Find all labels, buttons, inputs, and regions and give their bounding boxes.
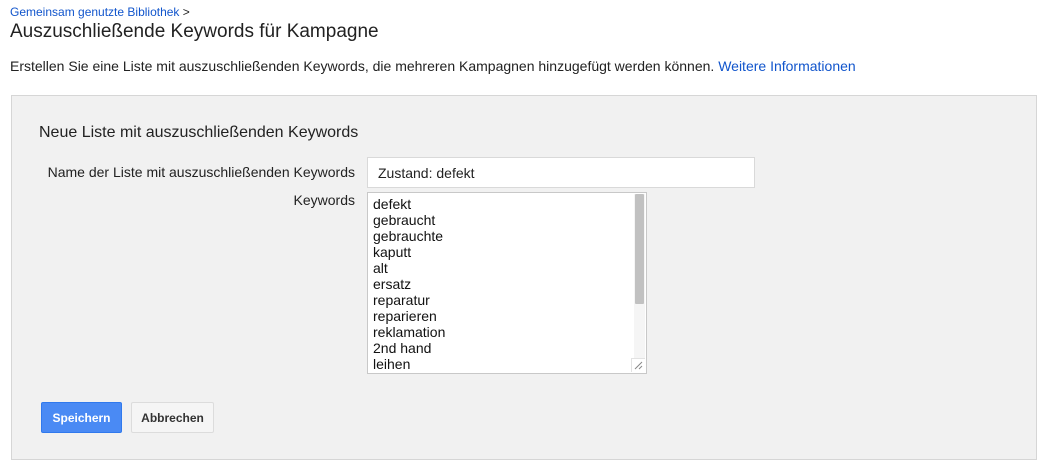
keywords-list: defekt gebraucht gebrauchte kaputt alt ersatz… — [373, 196, 445, 372]
list-name-input[interactable] — [367, 157, 755, 188]
keyword-item: ersatz — [373, 276, 412, 292]
keyword-item: reklamation — [373, 324, 446, 340]
breadcrumb-link-shared-library[interactable]: Gemeinsam genutzte Bibliothek — [10, 5, 179, 19]
form-panel: Neue Liste mit auszuschließenden Keyword… — [11, 95, 1037, 460]
breadcrumb-separator: > — [182, 5, 190, 19]
keywords-scrollbar[interactable] — [634, 194, 645, 372]
page-intro: Erstellen Sie eine Liste mit auszuschlie… — [10, 58, 856, 74]
keyword-item: kaputt — [373, 244, 412, 260]
breadcrumb: Gemeinsam genutzte Bibliothek > — [10, 5, 190, 19]
list-name-label: Name der Liste mit auszuschließenden Key… — [47, 164, 355, 180]
page-title: Auszuschließende Keywords für Kampagne — [10, 21, 379, 42]
keyword-item: gebrauchte — [373, 228, 444, 244]
keyword-item: defekt — [373, 196, 412, 212]
keyword-item: reparatur — [373, 292, 430, 308]
more-info-link[interactable]: Weitere Informationen — [718, 58, 855, 74]
keyword-item: leihen — [373, 356, 411, 372]
resize-handle-icon[interactable] — [631, 358, 645, 372]
keyword-item: gebraucht — [373, 212, 436, 228]
keywords-textarea[interactable]: defekt gebraucht gebrauchte kaputt alt ersatz… — [367, 192, 647, 374]
keyword-item: reparieren — [373, 308, 437, 324]
keyword-item: alt — [373, 260, 388, 276]
intro-text: Erstellen Sie eine Liste mit auszuschlie… — [10, 58, 715, 74]
cancel-button[interactable]: Abbrechen — [131, 402, 214, 433]
keywords-scrollbar-thumb[interactable] — [635, 194, 644, 304]
save-button[interactable]: Speichern — [41, 402, 122, 433]
section-title: Neue Liste mit auszuschließenden Keyword… — [39, 124, 359, 141]
keyword-item: 2nd hand — [373, 340, 432, 356]
keywords-label: Keywords — [293, 192, 355, 208]
